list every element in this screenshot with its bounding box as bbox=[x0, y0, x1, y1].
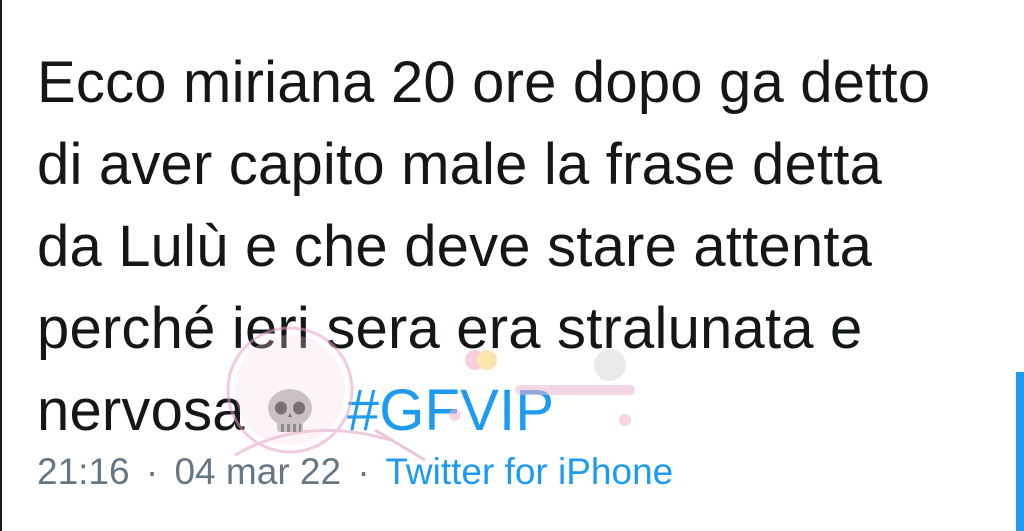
scroll-indicator bbox=[1016, 372, 1024, 531]
tweet-text-last-line: nervosa #GFVIP bbox=[37, 370, 1007, 452]
meta-separator: · bbox=[357, 451, 370, 492]
tweet-card: Ecco miriana 20 ore dopo ga detto di ave… bbox=[0, 0, 1024, 531]
tweet-time[interactable]: 21:16 bbox=[37, 451, 130, 492]
tweet-text-line: Ecco miriana 20 ore dopo ga detto bbox=[37, 50, 931, 115]
tweet-text: Ecco miriana 20 ore dopo ga detto di ave… bbox=[37, 42, 1007, 452]
tweet-meta: 21:16 · 04 mar 22 · Twitter for iPhone bbox=[37, 448, 673, 496]
tweet-date[interactable]: 04 mar 22 bbox=[174, 451, 341, 492]
tweet-text-line: perché ieri sera era stralunata e bbox=[37, 296, 863, 361]
tweet-text-line: da Lulù e che deve stare attenta bbox=[37, 214, 873, 279]
left-border bbox=[0, 0, 2, 531]
hashtag-link[interactable]: #GFVIP bbox=[347, 378, 555, 443]
tweet-text-line: di aver capito male la frase detta bbox=[37, 132, 883, 197]
meta-separator: · bbox=[145, 451, 159, 492]
tweet-source-link[interactable]: Twitter for iPhone bbox=[385, 451, 673, 492]
tweet-text-line: nervosa bbox=[37, 378, 245, 443]
skull-emoji-icon bbox=[259, 378, 321, 432]
